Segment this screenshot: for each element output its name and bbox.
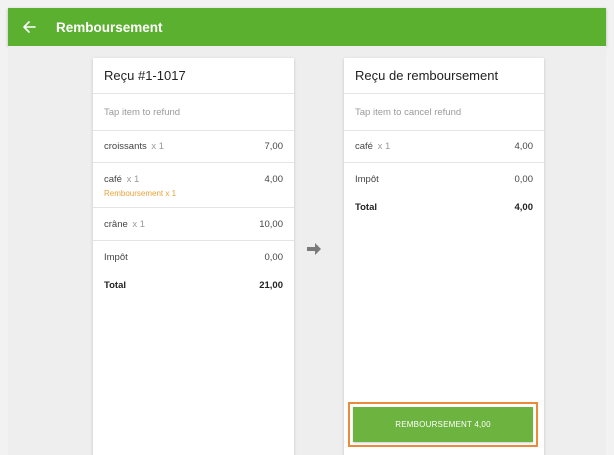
item-price: 10,00 [259,218,283,230]
item-name: crâne x 1 [104,218,146,230]
total-label: Total [355,201,377,213]
receipt-item-cafe[interactable]: café x 1 Remboursement x 1 4,00 [93,163,294,208]
total-value: 21,00 [259,279,283,291]
receipt-card: Reçu #1-1017 Tap item to refund croissan… [93,58,294,455]
receipt-hint: Tap item to refund [93,94,294,131]
refund-receipt-card: Reçu de remboursement Tap item to cancel… [344,58,544,455]
item-price: 4,00 [264,174,284,185]
total-row: Total 4,00 [344,195,544,219]
refund-button-highlight: REMBOURSEMENT 4,00 [348,402,538,447]
refund-item-cafe[interactable]: café x 1 4,00 [344,131,544,163]
tax-value: 0,00 [514,173,534,185]
tax-row: Impôt 0,00 [344,163,544,195]
item-name: café x 1 [104,174,140,185]
app-bar: Remboursement [8,8,606,46]
arrow-left-icon [23,21,36,33]
total-label: Total [104,279,126,291]
refund-receipt-title: Reçu de remboursement [344,58,544,94]
back-button[interactable] [10,8,48,46]
receipt-item-croissants[interactable]: croissants x 1 7,00 [93,131,294,163]
item-name: café x 1 [355,141,391,152]
item-price: 4,00 [514,141,534,152]
refund-receipt-hint: Tap item to cancel refund [344,94,544,131]
tax-value: 0,00 [264,251,284,263]
receipt-title: Reçu #1-1017 [93,58,294,94]
item-price: 7,00 [264,141,284,152]
item-name: croissants x 1 [104,141,165,152]
tax-label: Impôt [355,173,379,185]
receipt-item-crane[interactable]: crâne x 1 10,00 [93,208,294,241]
item-refund-status: Remboursement x 1 [104,189,177,198]
refund-button[interactable]: REMBOURSEMENT 4,00 [353,407,533,442]
content-area: Reçu #1-1017 Tap item to refund croissan… [8,46,606,455]
total-value: 4,00 [514,201,534,213]
arrow-right-icon [307,243,321,255]
page-title: Remboursement [56,19,163,35]
tax-label: Impôt [104,251,128,263]
total-row: Total 21,00 [93,273,294,297]
tax-row: Impôt 0,00 [93,241,294,273]
